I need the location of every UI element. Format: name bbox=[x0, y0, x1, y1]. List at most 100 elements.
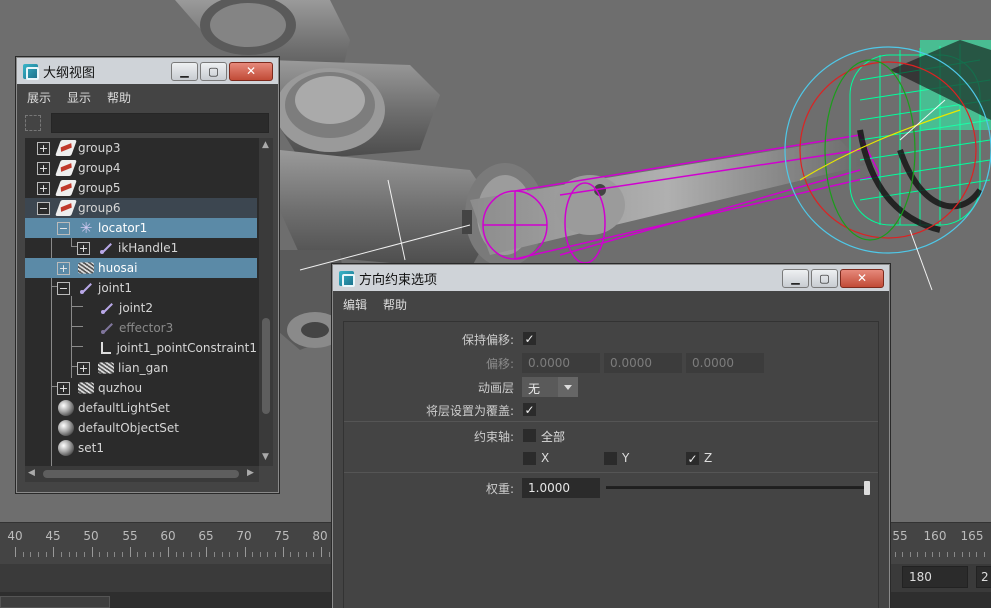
axis-x-checkbox[interactable] bbox=[523, 452, 536, 465]
scroll-right-icon[interactable]: ▶ bbox=[247, 468, 254, 478]
outliner-item-label: quzhou bbox=[98, 381, 143, 395]
time-tick-mark bbox=[114, 552, 116, 557]
axis-y-checkbox[interactable] bbox=[604, 452, 617, 465]
outliner-horizontal-scrollbar[interactable]: ◀ ▶ bbox=[25, 466, 259, 482]
scrollbar-thumb[interactable] bbox=[43, 470, 239, 478]
expand-icon[interactable]: + bbox=[37, 181, 50, 195]
orient-titlebar[interactable]: 方向约束选项 ▁ ▢ ✕ bbox=[333, 265, 889, 291]
filter-icon[interactable] bbox=[25, 115, 41, 131]
time-tick-label: 80 bbox=[312, 529, 328, 543]
outliner-row[interactable]: + ikHandle1 bbox=[25, 238, 257, 258]
maintain-offset-checkbox[interactable]: ✓ bbox=[523, 332, 536, 345]
outliner-row[interactable]: joint2 bbox=[25, 298, 257, 318]
time-tick-mark bbox=[152, 552, 154, 557]
all-axes-checkbox[interactable] bbox=[523, 429, 536, 442]
outliner-row[interactable]: − joint1 bbox=[25, 278, 257, 298]
time-tick-mark bbox=[305, 552, 307, 557]
close-button[interactable]: ✕ bbox=[229, 61, 273, 81]
scroll-up-icon[interactable]: ▲ bbox=[262, 140, 269, 150]
minimize-button[interactable]: ▁ bbox=[782, 268, 809, 288]
time-tick-mark bbox=[275, 552, 277, 557]
weight-slider-handle[interactable] bbox=[864, 481, 870, 495]
set-icon bbox=[58, 400, 74, 416]
playback-end-field[interactable]: 2 bbox=[976, 566, 991, 588]
expand-icon[interactable]: + bbox=[37, 141, 50, 155]
outliner-row-selected[interactable]: − ✳ locator1 bbox=[25, 218, 257, 238]
chevron-down-icon bbox=[558, 377, 578, 397]
outliner-row[interactable]: defaultObjectSet bbox=[25, 418, 257, 438]
maya-app-icon bbox=[23, 63, 39, 80]
collapse-icon[interactable]: − bbox=[37, 201, 50, 215]
time-tick-mark bbox=[68, 552, 70, 557]
scrollbar-thumb[interactable] bbox=[262, 318, 270, 414]
offset-y-field[interactable]: 0.0000 bbox=[604, 353, 682, 373]
orient-constraint-options-window: 方向约束选项 ▁ ▢ ✕ 编辑 帮助 保持偏移: ✓ 偏移: 0.0000 0.… bbox=[332, 264, 890, 608]
outliner-row[interactable]: + group4 bbox=[25, 158, 257, 178]
outliner-row[interactable]: defaultLightSet bbox=[25, 398, 257, 418]
offset-z-field[interactable]: 0.0000 bbox=[686, 353, 764, 373]
offset-x-field[interactable]: 0.0000 bbox=[522, 353, 600, 373]
maximize-button[interactable]: ▢ bbox=[200, 61, 227, 81]
group-icon bbox=[55, 200, 77, 216]
outliner-row[interactable]: set1 bbox=[25, 438, 257, 458]
time-tick-label: 55 bbox=[122, 529, 138, 543]
outliner-row-selected[interactable]: + huosai bbox=[25, 258, 257, 278]
time-tick-mark bbox=[244, 547, 246, 557]
anim-layer-dropdown[interactable]: 无 bbox=[522, 377, 578, 397]
collapse-icon[interactable]: − bbox=[57, 281, 70, 295]
menu-edit[interactable]: 编辑 bbox=[337, 296, 373, 313]
outliner-window: 大纲视图 ▁ ▢ ✕ 展示 显示 帮助 + group3 + group4 + … bbox=[16, 57, 279, 493]
close-button[interactable]: ✕ bbox=[840, 268, 884, 288]
command-input[interactable] bbox=[0, 596, 110, 608]
time-tick-mark bbox=[954, 552, 956, 557]
outliner-item-label: defaultLightSet bbox=[78, 401, 170, 415]
expand-icon[interactable]: + bbox=[57, 261, 70, 275]
outliner-row[interactable]: + lian_gan bbox=[25, 358, 257, 378]
outliner-row[interactable]: + group5 bbox=[25, 178, 257, 198]
outliner-tree[interactable]: + group3 + group4 + group5 − group6 − ✳ … bbox=[25, 138, 273, 466]
minimize-button[interactable]: ▁ bbox=[171, 61, 198, 81]
maya-app-icon bbox=[339, 270, 355, 287]
outliner-vertical-scrollbar[interactable]: ▲ ▼ bbox=[259, 138, 273, 466]
weight-slider[interactable] bbox=[606, 486, 870, 489]
outliner-row[interactable]: + group3 bbox=[25, 138, 257, 158]
maintain-offset-label: 保持偏移: bbox=[461, 333, 514, 347]
time-tick-mark bbox=[282, 547, 284, 557]
outliner-search-input[interactable] bbox=[51, 113, 269, 133]
menu-help[interactable]: 帮助 bbox=[101, 89, 137, 106]
set-icon bbox=[58, 440, 74, 456]
expand-icon[interactable]: + bbox=[57, 381, 70, 395]
time-tick-mark bbox=[946, 552, 948, 557]
time-tick-mark bbox=[221, 552, 223, 557]
menu-display[interactable]: 展示 bbox=[21, 89, 57, 106]
time-tick-label: 165 bbox=[960, 529, 984, 543]
set-override-checkbox[interactable]: ✓ bbox=[523, 403, 536, 416]
collapse-icon[interactable]: − bbox=[57, 221, 70, 235]
outliner-row[interactable]: + quzhou bbox=[25, 378, 257, 398]
outliner-row[interactable]: joint1_pointConstraint1 bbox=[25, 338, 257, 358]
expand-icon[interactable]: + bbox=[77, 241, 90, 255]
range-end-field[interactable]: 180 bbox=[902, 566, 968, 588]
time-tick-mark bbox=[37, 552, 39, 557]
offset-label: 偏移: bbox=[485, 357, 514, 371]
menu-show[interactable]: 显示 bbox=[61, 89, 97, 106]
weight-field[interactable]: 1.0000 bbox=[522, 478, 600, 498]
outliner-titlebar[interactable]: 大纲视图 ▁ ▢ ✕ bbox=[17, 58, 278, 84]
maximize-button[interactable]: ▢ bbox=[811, 268, 838, 288]
time-tick-mark bbox=[91, 547, 93, 557]
time-tick-mark bbox=[902, 552, 904, 557]
expand-icon[interactable]: + bbox=[77, 361, 90, 375]
outliner-row[interactable]: − group6 bbox=[25, 198, 257, 218]
outliner-row[interactable]: effector3 bbox=[25, 318, 257, 338]
weight-label: 权重: bbox=[485, 482, 514, 496]
time-tick-mark bbox=[160, 552, 162, 557]
expand-icon[interactable]: + bbox=[37, 161, 50, 175]
joint-icon bbox=[99, 300, 115, 316]
menu-help[interactable]: 帮助 bbox=[377, 296, 413, 313]
outliner-item-label: joint1 bbox=[98, 281, 132, 295]
scroll-left-icon[interactable]: ◀ bbox=[28, 468, 35, 478]
axis-z-checkbox[interactable]: ✓ bbox=[686, 452, 699, 465]
scroll-down-icon[interactable]: ▼ bbox=[262, 452, 269, 462]
separator bbox=[344, 472, 878, 473]
time-tick-label: 40 bbox=[7, 529, 23, 543]
